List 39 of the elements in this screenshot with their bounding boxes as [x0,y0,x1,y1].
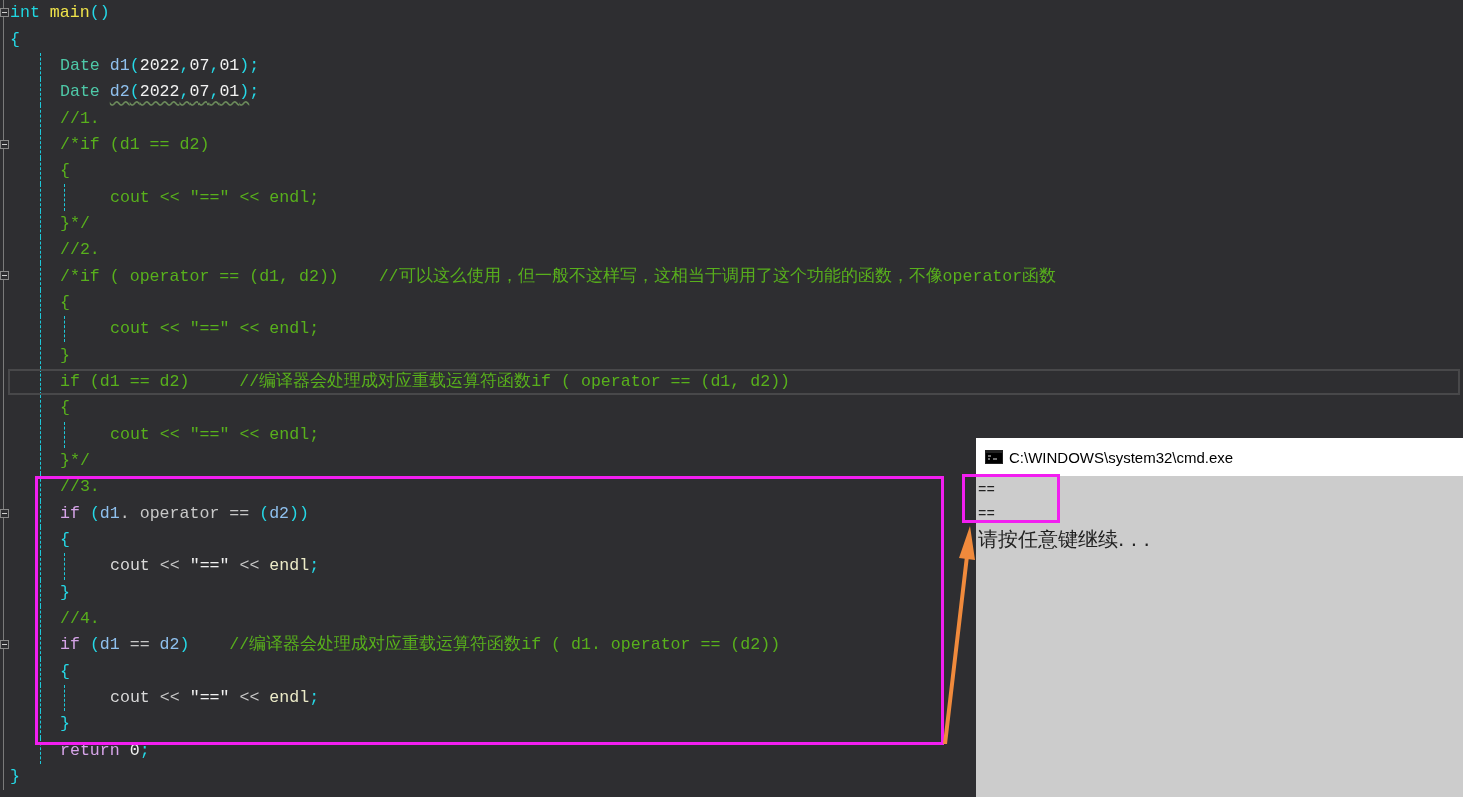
code-line: { [60,291,70,314]
code-line: { [60,660,70,683]
code-line: { [60,529,70,552]
code-line: if (d1 == d2) //编译器会处理成对应重载运算符函数if ( operator == (d1, d2)) [60,370,791,393]
collapse-icon[interactable] [0,271,9,281]
code-line: if (d1 == d2) //编译器会处理成对应重载运算符函数if ( d1. operator == (d2)) [60,633,781,657]
code-line: cout << "==" << endl; [110,318,320,341]
code-line: } [60,344,70,367]
collapse-icon[interactable] [0,139,9,149]
code-line: cout << "==" << endl; [110,423,320,446]
code-line: { [60,397,70,420]
code-line: if (d1. operator == (d2)) [60,502,309,525]
code-line: cout << "==" << endl; [110,555,320,578]
collapse-icon[interactable] [0,508,9,518]
code-line: }*/ [60,450,90,472]
code-line: /*if ( operator == (d1, d2)) //可以这么使用，但一般不这样写，这相当于调用了这个功能的函数，不像operator函数 [60,265,1057,288]
console-prompt: 请按任意键继续. . . [978,526,1150,552]
code-line: } [10,766,20,789]
code-line: //2. [60,239,100,262]
collapse-icon[interactable] [0,640,9,650]
code-line: }*/ [60,212,90,235]
console-output: == [978,481,995,500]
code-line: { [60,160,70,183]
console-icon [985,450,1003,464]
code-line: //3. [60,476,100,499]
code-line: //1. [60,107,100,130]
code-line: { [10,28,20,51]
collapse-icon[interactable] [0,8,9,17]
code-line: cout << "==" << endl; [110,687,320,710]
window-title: C:\WINDOWS\system32\cmd.exe [1009,448,1234,466]
code-line: } [60,581,70,604]
code-line: Date d2(2022,07,01); [60,81,260,104]
code-line: //4. [60,608,100,631]
code-line: } [60,713,70,736]
code-line: int main() [10,2,110,25]
code-line: Date d1(2022,07,01); [60,54,260,77]
code-line: /*if (d1 == d2) [60,133,210,156]
console-output: == [978,505,995,524]
code-line: cout << "==" << endl; [110,186,320,209]
